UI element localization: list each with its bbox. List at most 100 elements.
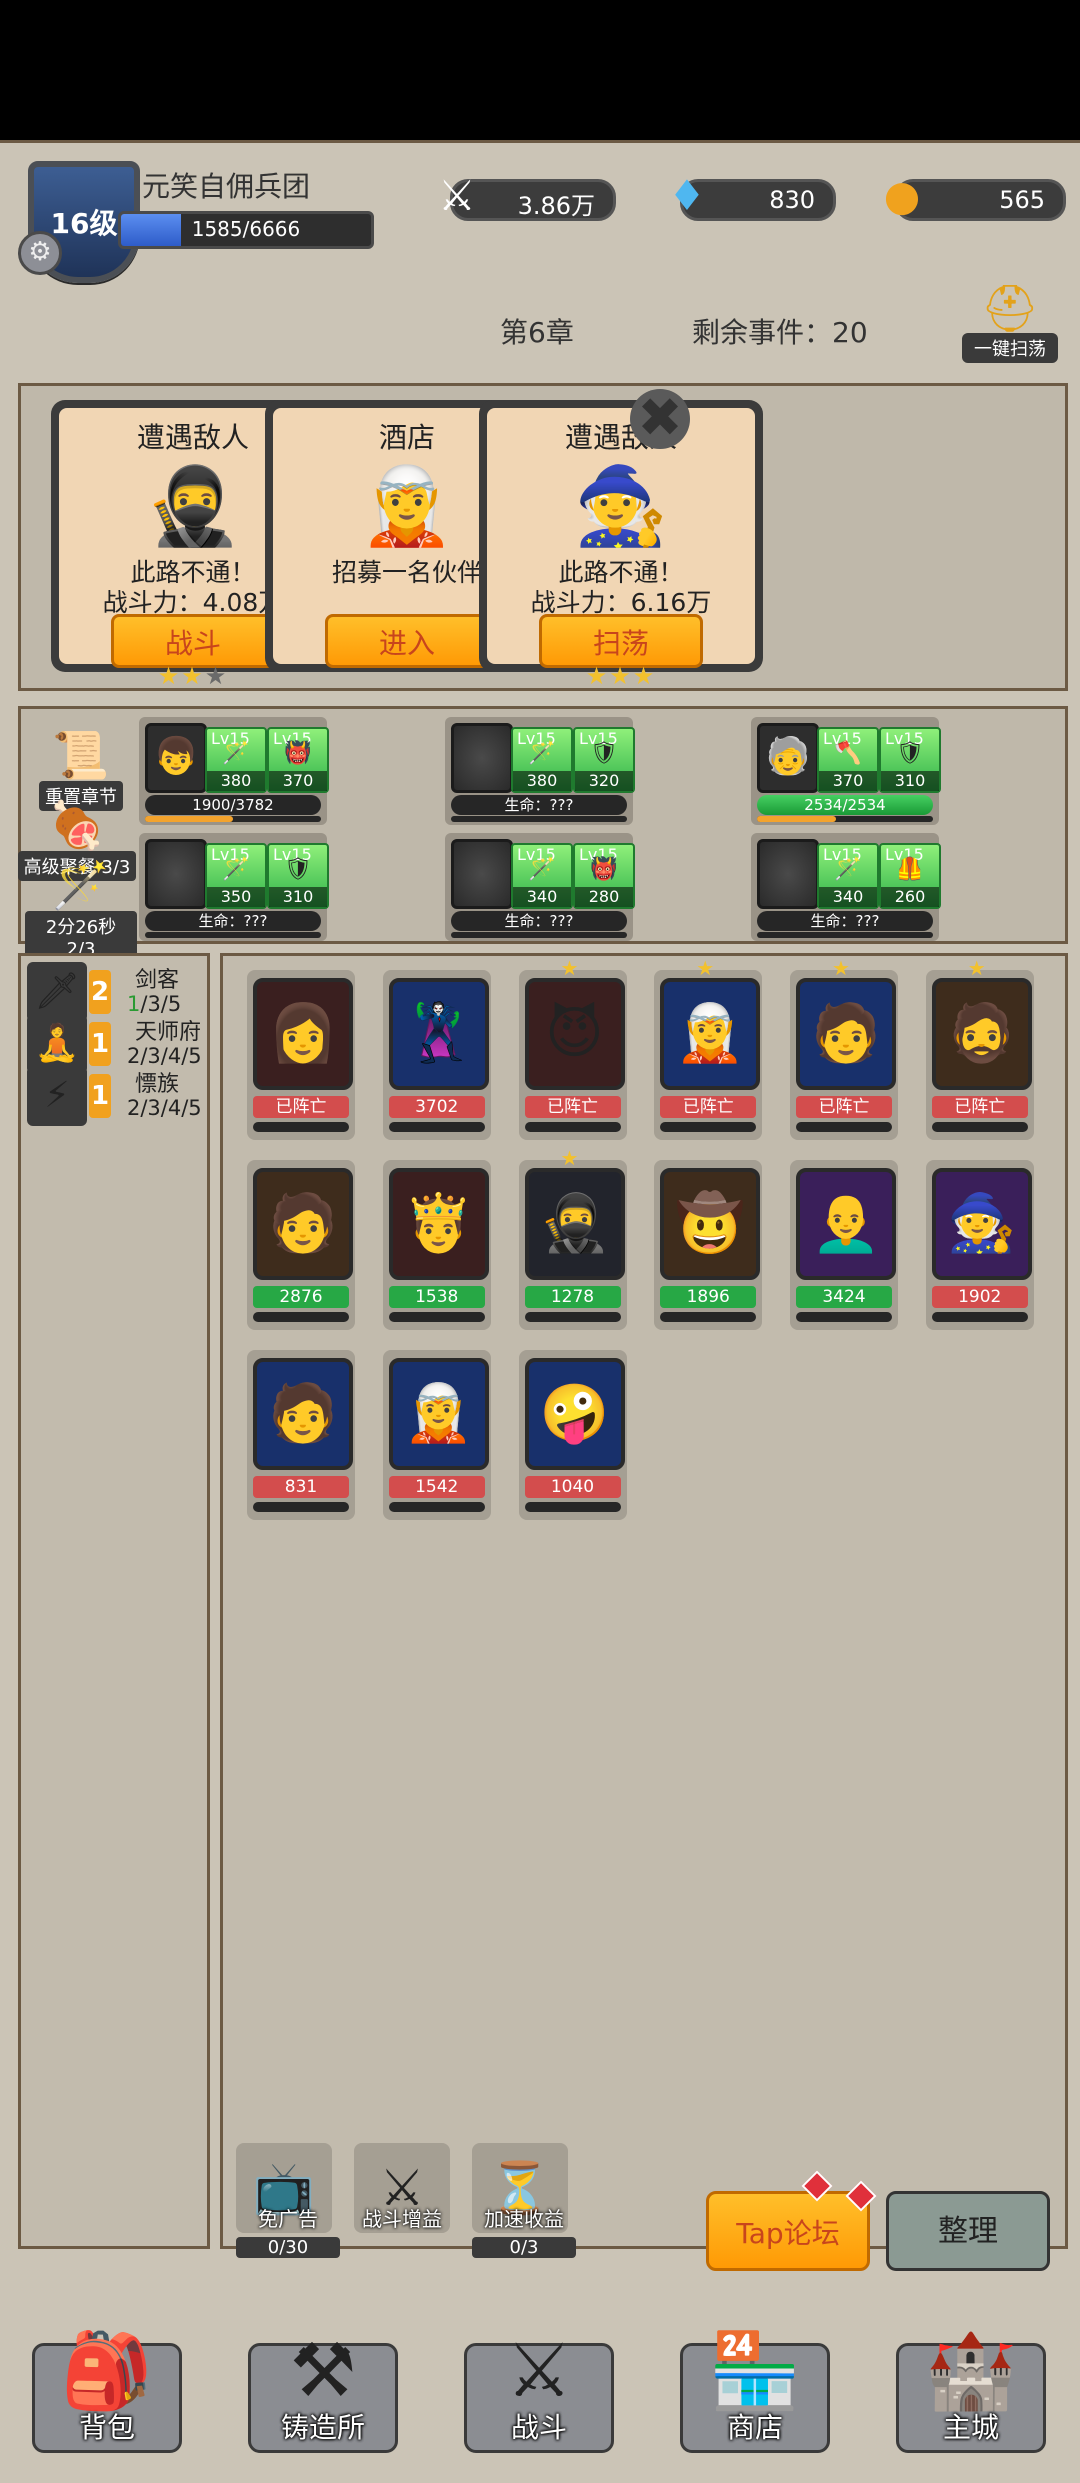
hero-face: 🧝 xyxy=(388,1358,489,1470)
roster-hero[interactable]: ★ 🧝 已阵亡 xyxy=(654,956,763,1140)
equipment-slot[interactable]: Lv15 👹 370 xyxy=(267,727,329,793)
hero-face: 😈 xyxy=(524,978,625,1090)
roster-hero[interactable]: 🦹 3702 xyxy=(382,970,491,1140)
hp-bar: 生命：??? xyxy=(451,795,627,815)
roster-hero[interactable]: 🧙 1902 xyxy=(925,1160,1034,1330)
equipment-slot[interactable]: Lv15 🪄 350 xyxy=(205,843,267,909)
hero-portrait[interactable] xyxy=(757,839,819,909)
roster-hero[interactable]: ★ 😈 已阵亡 xyxy=(518,956,627,1140)
nav-item-4[interactable]: 🏰 主城 xyxy=(896,2328,1046,2453)
hero-face: 🤠 xyxy=(660,1168,761,1280)
mini-action[interactable]: ⏳ 加速收益 0/3 xyxy=(472,2143,576,2258)
hero-bar xyxy=(660,1312,757,1322)
xp-mini-fill xyxy=(145,816,233,822)
event-card-line1: 此路不通！ xyxy=(558,558,684,587)
roster-hero[interactable]: 🤴 1538 xyxy=(382,1160,491,1330)
nav-item-3[interactable]: 🏪 商店 xyxy=(680,2328,830,2453)
hero-portrait[interactable]: 👦 xyxy=(145,723,207,793)
hero-portrait[interactable]: 🧓 xyxy=(757,723,819,793)
hero-portrait[interactable] xyxy=(145,839,207,909)
event-card-button[interactable]: 战斗 xyxy=(111,614,275,668)
traits-panel: 🗡 2 剑客 1/3/5 🧘 1 天师府 2/3/4/5 ⚡ 1 慓族 2/3/… xyxy=(18,953,210,2249)
hero-face: 🧑 xyxy=(796,978,896,1090)
equipment-slot[interactable]: Lv15 🪄 340 xyxy=(817,843,879,909)
equipment-icon: 👹 xyxy=(590,857,618,882)
hero-bar xyxy=(253,1122,349,1132)
gem-stat[interactable]: ♦ 830 xyxy=(668,171,836,221)
roster-hero[interactable]: 👨‍🦲 3424 xyxy=(790,1160,898,1330)
staff-icon: 🪄 xyxy=(52,858,110,912)
hero-status: 已阵亡 xyxy=(524,1096,621,1118)
hero-face: 👩 xyxy=(253,978,353,1090)
star-icon: ★ xyxy=(696,956,715,980)
nav-item-2[interactable]: ⚔ 战斗 xyxy=(464,2328,614,2453)
tap-forum-button[interactable]: Tap论坛 xyxy=(706,2191,870,2271)
equipment-slot[interactable]: Lv15 🪓 370 xyxy=(817,727,879,793)
roster-hero[interactable]: 🧑 2876 xyxy=(247,1160,355,1330)
sort-button[interactable]: 整理 xyxy=(886,2191,1050,2271)
hero-status: 已阵亡 xyxy=(931,1096,1028,1118)
mini-action[interactable]: 📺 免广告 0/30 xyxy=(236,2143,340,2258)
bottom-nav: 🎒 背包 ⚒ 铸造所 ⚔ 战斗 🏪 商店 🏰 主城 xyxy=(0,2293,1080,2483)
team-slot[interactable]: Lv15 🪄 340 Lv15 👹 280 生命：??? xyxy=(445,833,635,941)
team-slot[interactable]: 🧓 Lv15 🪓 370 Lv15 🛡 310 2534/2534 xyxy=(751,717,941,825)
hp-bar: 1900/3782 xyxy=(145,795,321,815)
xp-mini-fill xyxy=(757,816,837,822)
equipment-slot[interactable]: Lv15 🪄 380 xyxy=(205,727,267,793)
roster-hero[interactable]: 👩 已阵亡 xyxy=(247,970,355,1140)
equipment-slot[interactable]: Lv15 👹 280 xyxy=(573,843,635,909)
team-slot[interactable]: Lv15 🪄 380 Lv15 🛡 320 生命：??? xyxy=(445,717,635,825)
xp-mini-bar xyxy=(757,932,933,938)
gold-value: 565 xyxy=(999,186,1045,214)
game-screen: 16级 ⚙ 元笑自佣兵团 1585/6666 ⚔ 3.86万 ♦ 830 ● 5… xyxy=(0,140,1080,2483)
hp-bar: 2534/2534 xyxy=(757,795,933,815)
event-card-button[interactable]: 进入 xyxy=(325,614,489,668)
roster-hero[interactable]: ★ 🧔 已阵亡 xyxy=(925,956,1034,1140)
hero-face: 👨‍🦲 xyxy=(796,1168,896,1280)
equipment-slot[interactable]: Lv15 🛡 310 xyxy=(879,727,941,793)
close-icon[interactable]: ✖ xyxy=(630,389,690,449)
item-power: 370 xyxy=(269,771,327,791)
roster-hero[interactable]: 🧝 1542 xyxy=(382,1350,491,1520)
hero-bar xyxy=(660,1122,757,1132)
gold-stat[interactable]: ● 565 xyxy=(884,171,1066,221)
mini-action[interactable]: ⚔ 战斗增益 xyxy=(354,2143,450,2233)
roster-hero[interactable]: 🤪 1040 xyxy=(518,1350,627,1520)
scroll-icon: 📜 xyxy=(52,728,110,782)
equipment-slot[interactable]: Lv15 🛡 320 xyxy=(573,727,635,793)
trait-name: 慓族 xyxy=(135,1072,180,1097)
roster-hero[interactable]: 🤠 1896 xyxy=(654,1160,763,1330)
nav-item-0[interactable]: 🎒 背包 xyxy=(32,2328,182,2453)
xp-mini-bar xyxy=(145,816,321,822)
trait-row[interactable]: ⚡ 1 慓族 2/3/4/5 xyxy=(27,1064,202,1130)
hero-portrait[interactable] xyxy=(451,723,513,793)
equipment-slot[interactable]: Lv15 🛡 310 xyxy=(267,843,329,909)
roster-hero[interactable]: ★ 🥷 1278 xyxy=(518,1146,627,1330)
equipment-slot[interactable]: Lv15 🪄 380 xyxy=(511,727,573,793)
roster-hero[interactable]: ★ 🧑 已阵亡 xyxy=(790,956,898,1140)
team-slot[interactable]: 👦 Lv15 🪄 380 Lv15 👹 370 1900/3782 xyxy=(139,717,329,825)
roster-hero[interactable]: 🧑 831 xyxy=(247,1350,355,1520)
roster-panel: 👩 已阵亡 🦹 3702 ★ 😈 已阵亡 ★ 🧝 已阵亡 ★ 🧑 已阵亡 ★ 🧔 xyxy=(220,953,1068,2249)
meat-icon: 🍖 xyxy=(48,798,106,852)
xp-mini-bar xyxy=(145,932,321,938)
equipment-slot[interactable]: Lv15 🦺 260 xyxy=(879,843,941,909)
xp-mini-bar xyxy=(451,816,627,822)
equipment-slot[interactable]: Lv15 🪄 340 xyxy=(511,843,573,909)
nav-item-1[interactable]: ⚒ 铸造所 xyxy=(248,2328,398,2453)
team-action-2[interactable]: 🪄 2分26秒 2/3 xyxy=(25,859,137,962)
hero-bar xyxy=(931,1312,1028,1322)
trait-count: 2 xyxy=(89,970,111,1014)
hero-face: 🤪 xyxy=(524,1358,625,1470)
sweep-all-button[interactable]: ⛑ 一键扫荡 xyxy=(962,283,1058,373)
hero-portrait[interactable] xyxy=(451,839,513,909)
hero-status: 831 xyxy=(253,1476,349,1498)
gold-coin-icon: ● xyxy=(883,171,921,220)
team-slot[interactable]: Lv15 🪄 340 Lv15 🦺 260 生命：??? xyxy=(751,833,941,941)
item-power: 310 xyxy=(881,771,939,791)
power-value: 3.86万 xyxy=(517,192,595,220)
equipment-icon: 🛡 xyxy=(896,741,924,766)
team-slot[interactable]: Lv15 🪄 350 Lv15 🛡 310 生命：??? xyxy=(139,833,329,941)
settings-gear-icon[interactable]: ⚙ xyxy=(18,231,62,275)
event-card-button[interactable]: 扫荡 xyxy=(539,614,703,668)
